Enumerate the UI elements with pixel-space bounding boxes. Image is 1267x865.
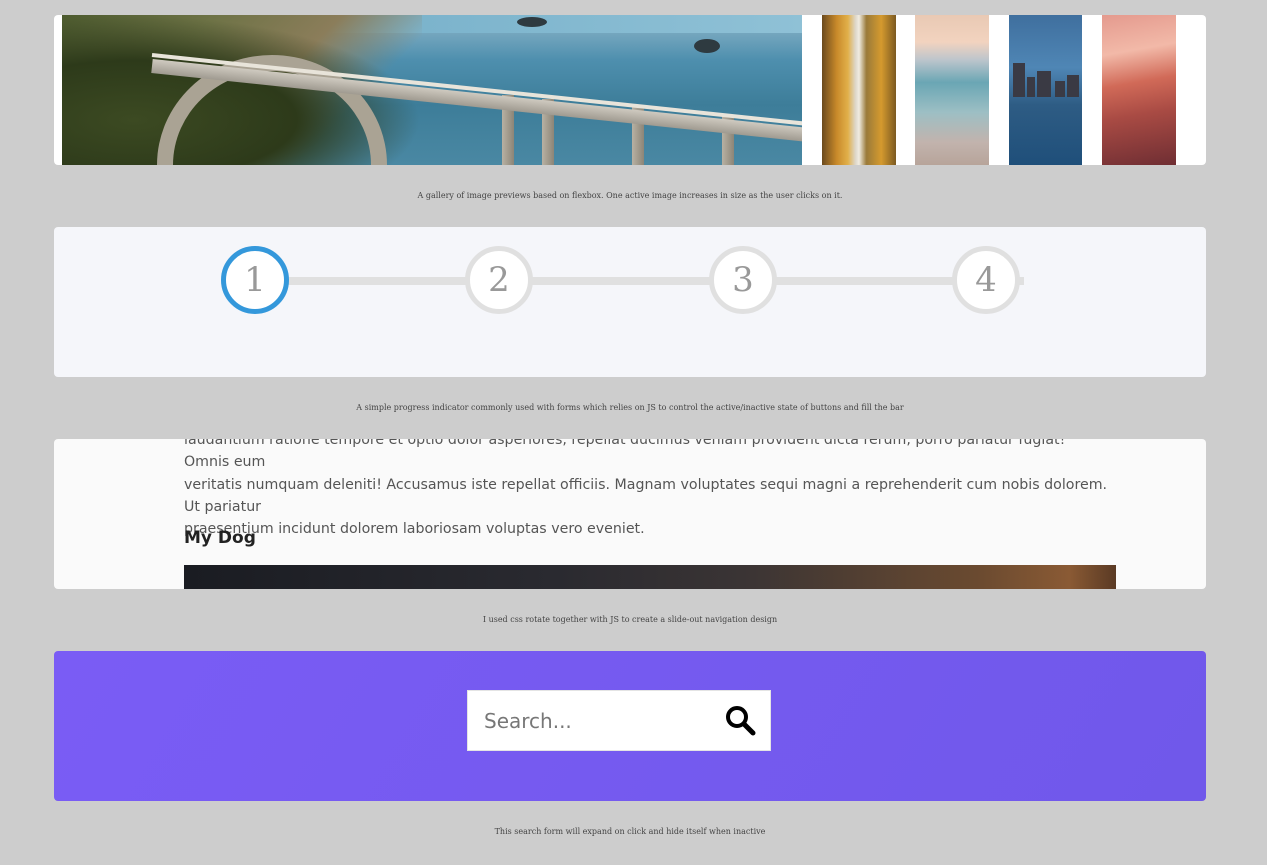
gallery-image-city-waterfront[interactable] [1009, 15, 1082, 165]
gallery-image-pink-mountain[interactable] [1102, 15, 1176, 165]
building [1055, 81, 1065, 97]
image-gallery [54, 15, 1206, 165]
building [1013, 63, 1025, 97]
article-line: laudantium ratione tempore et optio dolo… [184, 439, 1066, 471]
gallery-caption: A gallery of image previews based on fle… [417, 191, 843, 200]
gallery-image-bridge[interactable] [62, 15, 802, 165]
search-form[interactable] [467, 690, 771, 751]
article-line: praesentium incidunt dolorem laboriosam … [184, 521, 645, 538]
sea-rock [694, 39, 720, 53]
article-heading: My Dog [184, 528, 256, 548]
search-caption: This search form will expand on click an… [494, 827, 766, 836]
progress-step-4[interactable]: 4 [952, 246, 1020, 314]
building [1037, 71, 1051, 97]
building [1067, 75, 1079, 97]
gallery-image-beach[interactable] [915, 15, 989, 165]
dog-image [184, 565, 1116, 589]
progress-step-1[interactable]: 1 [221, 246, 289, 314]
search-icon [726, 706, 756, 736]
progress-step-2[interactable]: 2 [465, 246, 533, 314]
article-caption: I used css rotate together with JS to cr… [482, 615, 778, 624]
building [1027, 77, 1035, 97]
search-demo [54, 651, 1206, 801]
progress-indicator: 1 2 3 4 [54, 227, 1206, 377]
article-preview: laudantium ratione tempore et optio dolo… [54, 439, 1206, 589]
sea-rock [517, 17, 547, 27]
gallery-image-autumn-forest[interactable] [822, 15, 896, 165]
search-button[interactable] [723, 703, 759, 739]
progress-track [284, 277, 1024, 285]
search-input[interactable] [484, 705, 714, 737]
progress-step-3[interactable]: 3 [709, 246, 777, 314]
article-text: laudantium ratione tempore et optio dolo… [184, 439, 1114, 540]
progress-caption: A simple progress indicator commonly use… [356, 403, 904, 412]
article-line: veritatis numquam deleniti! Accusamus is… [184, 476, 1108, 515]
